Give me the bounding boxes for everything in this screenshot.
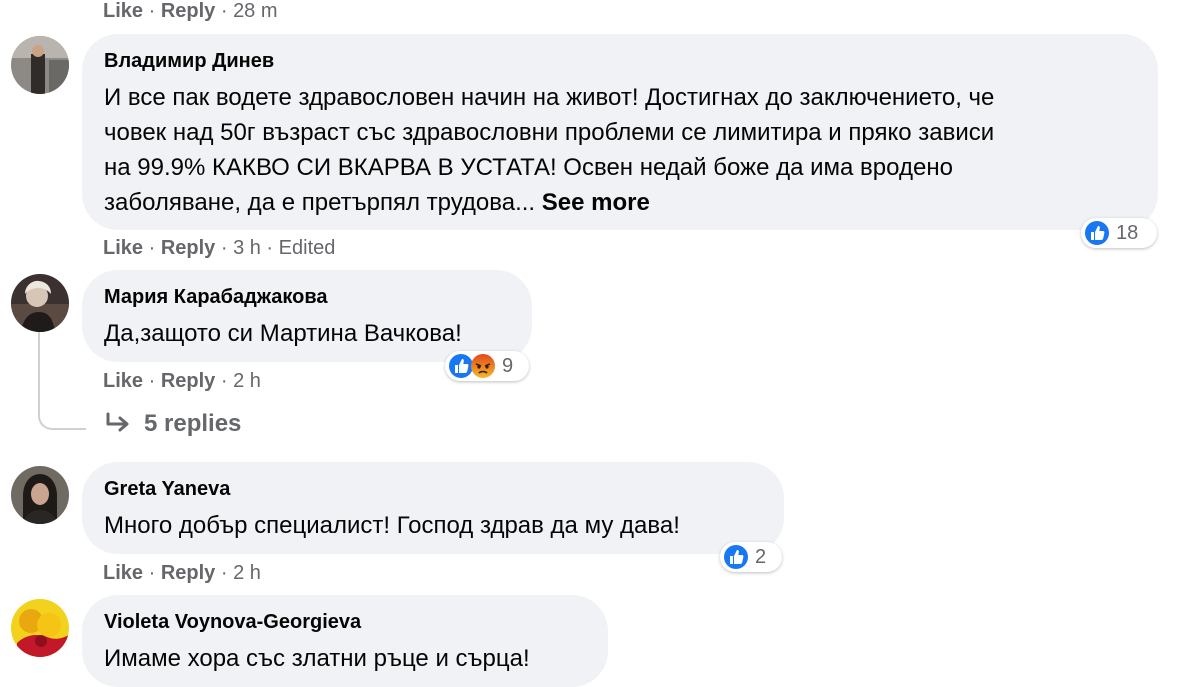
like-link[interactable]: Like — [103, 237, 143, 259]
comment-bubble: Мария Карабаджакова Да,защото си Мартина… — [82, 270, 532, 362]
comment-author[interactable]: Мария Карабаджакова — [104, 284, 508, 310]
separator: · — [143, 0, 161, 22]
comment-text: Имаме хора със златни ръце и сърца! — [104, 645, 530, 672]
like-icon — [1085, 221, 1109, 245]
comment-text: Много добър специалист! Господ здрав да … — [104, 512, 680, 539]
reaction-count: 18 — [1116, 221, 1139, 244]
comment-bubble: Greta Yaneva Много добър специалист! Гос… — [82, 462, 784, 554]
reply-link[interactable]: Reply — [161, 0, 215, 22]
reaction-summary[interactable]: 2 — [720, 542, 782, 572]
view-replies-button[interactable]: 5 replies — [104, 410, 241, 438]
reaction-summary[interactable]: 18 — [1081, 218, 1157, 248]
comment-actions: Like · Reply · 3 h · Edited — [103, 237, 336, 259]
comment-author[interactable]: Greta Yaneva — [104, 476, 760, 502]
like-link[interactable]: Like — [103, 562, 143, 584]
comment-actions: Like · Reply · 2 h — [103, 562, 261, 584]
comment-bubble: Владимир Динев И все пак водете здравосл… — [82, 34, 1158, 230]
avatar[interactable] — [11, 466, 69, 524]
comment-timestamp[interactable]: 2 h — [233, 370, 261, 392]
reply-link[interactable]: Reply — [161, 370, 215, 392]
reply-link[interactable]: Reply — [161, 237, 215, 259]
like-link[interactable]: Like — [103, 370, 143, 392]
reaction-summary[interactable]: 9 — [445, 351, 529, 381]
like-link[interactable]: Like — [103, 0, 143, 22]
separator: · — [215, 0, 234, 22]
thread-connector — [38, 332, 86, 430]
angry-icon — [471, 354, 495, 378]
edited-label[interactable]: Edited — [279, 237, 336, 259]
comment-author[interactable]: Владимир Динев — [104, 48, 1134, 74]
comment-timestamp[interactable]: 28 m — [233, 0, 277, 22]
comment-bubble: Violeta Voynova-Georgieva Имаме хора със… — [82, 595, 608, 687]
comment-actions: Like · Reply · 2 h — [103, 370, 261, 392]
avatar[interactable] — [11, 36, 69, 94]
avatar[interactable] — [11, 274, 69, 332]
comment-timestamp[interactable]: 2 h — [233, 562, 261, 584]
avatar[interactable] — [11, 599, 69, 657]
comment-text: Да,защото си Мартина Вачкова! — [104, 320, 462, 347]
see-more-link[interactable]: See more — [535, 189, 650, 216]
reaction-count: 9 — [502, 354, 514, 377]
reply-link[interactable]: Reply — [161, 562, 215, 584]
like-icon — [724, 545, 748, 569]
comment-actions-previous: Like · Reply · 28 m — [103, 0, 278, 24]
replies-count-label[interactable]: 5 replies — [144, 410, 241, 438]
comment-author[interactable]: Violeta Voynova-Georgieva — [104, 609, 584, 635]
reply-arrow-icon — [106, 412, 129, 432]
reaction-count: 2 — [755, 545, 767, 568]
comment-timestamp[interactable]: 3 h — [233, 237, 261, 259]
